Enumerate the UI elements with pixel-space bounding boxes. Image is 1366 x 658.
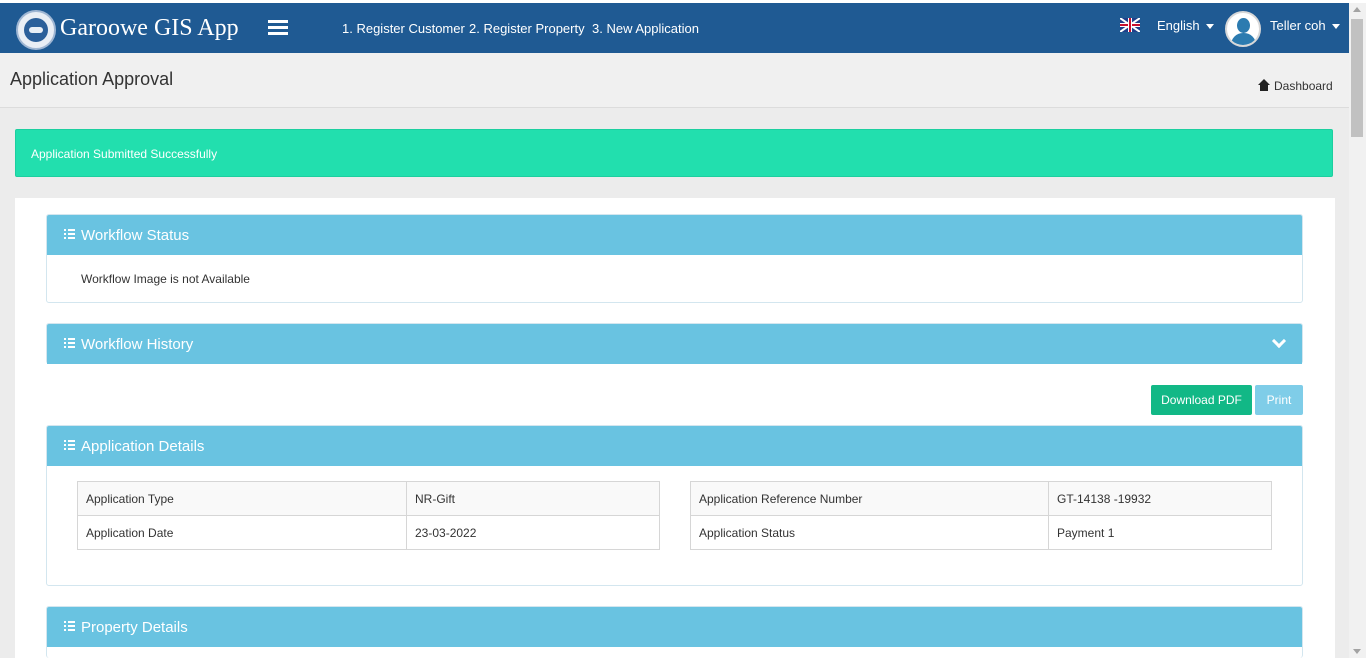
detail-label: Application Reference Number — [690, 481, 1049, 516]
nav-new-application[interactable]: 3. New Application — [592, 21, 699, 36]
list-icon — [64, 338, 75, 348]
page-title: Application Approval — [10, 69, 174, 89]
uk-flag-icon — [1120, 18, 1140, 32]
application-details-header: Application Details — [47, 426, 1302, 466]
table-row: Application Date 23-03-2022 — [77, 515, 660, 550]
table-row: Application Reference Number GT-14138 -1… — [690, 481, 1272, 516]
scroll-down-arrow-icon[interactable] — [1353, 649, 1361, 654]
nav-register-customer[interactable]: 1. Register Customer — [342, 21, 465, 36]
detail-value: NR-Gift — [406, 481, 660, 516]
home-icon — [1258, 79, 1270, 91]
chevron-down-icon[interactable] — [1271, 333, 1287, 349]
property-details-header: Property Details — [47, 607, 1302, 647]
workflow-status-panel: Workflow Status Workflow Image is not Av… — [46, 214, 1303, 303]
scroll-up-arrow-icon[interactable] — [1353, 7, 1361, 12]
list-icon — [64, 440, 75, 450]
detail-label: Application Type — [77, 481, 407, 516]
workflow-history-header[interactable]: Workflow History — [47, 324, 1302, 364]
print-button[interactable]: Print — [1255, 385, 1303, 415]
detail-value: 23-03-2022 — [406, 515, 660, 550]
language-label: English — [1157, 18, 1200, 33]
download-pdf-button[interactable]: Download PDF — [1151, 385, 1252, 415]
user-avatar-icon[interactable] — [1225, 11, 1261, 47]
scroll-thumb[interactable] — [1351, 19, 1363, 137]
app-title[interactable]: Garoowe GIS App — [60, 15, 239, 42]
application-details-left-table: Application Type NR-Gift Application Dat… — [77, 481, 660, 550]
breadcrumb-dashboard[interactable]: Dashboard — [1258, 79, 1333, 93]
logo-icon — [16, 10, 56, 50]
main-content: Workflow Status Workflow Image is not Av… — [15, 198, 1335, 658]
panel-title: Workflow History — [81, 336, 194, 353]
list-icon — [64, 621, 75, 631]
workflow-image-alt: Workflow Image is not Available — [81, 272, 250, 286]
property-details-panel: Property Details — [46, 606, 1303, 658]
application-details-right-table: Application Reference Number GT-14138 -1… — [690, 481, 1272, 550]
table-row: Application Type NR-Gift — [77, 481, 660, 516]
table-row: Application Status Payment 1 — [690, 515, 1272, 550]
nav-register-property[interactable]: 2. Register Property — [469, 21, 585, 36]
alert-message: Application Submitted Successfully — [31, 147, 218, 161]
detail-value: GT-14138 -19932 — [1048, 481, 1272, 516]
workflow-history-panel: Workflow History — [46, 323, 1303, 364]
caret-down-icon — [1331, 24, 1340, 30]
caret-down-icon — [1205, 24, 1214, 30]
page-scrollbar[interactable] — [1349, 3, 1366, 658]
panel-title: Property Details — [81, 619, 188, 636]
workflow-image: Workflow Image is not Available — [77, 271, 250, 286]
list-icon — [64, 229, 75, 239]
success-alert: Application Submitted Successfully — [15, 129, 1333, 177]
user-name: Teller coh — [1270, 18, 1326, 33]
top-navbar: Garoowe GIS App 1. Register Customer 2. … — [0, 3, 1349, 53]
workflow-status-header: Workflow Status — [47, 215, 1302, 255]
detail-label: Application Status — [690, 515, 1049, 550]
detail-value: Payment 1 — [1048, 515, 1272, 550]
language-dropdown[interactable]: English — [1157, 18, 1214, 33]
application-details-panel: Application Details Application Type NR-… — [46, 425, 1303, 586]
user-menu[interactable]: Teller coh — [1270, 18, 1340, 33]
detail-label: Application Date — [77, 515, 407, 550]
breadcrumb-label: Dashboard — [1274, 79, 1333, 93]
panel-title: Workflow Status — [81, 227, 190, 244]
panel-title: Application Details — [81, 438, 205, 455]
page-header: Application Approval Dashboard — [0, 53, 1349, 108]
menu-icon[interactable] — [268, 20, 288, 36]
